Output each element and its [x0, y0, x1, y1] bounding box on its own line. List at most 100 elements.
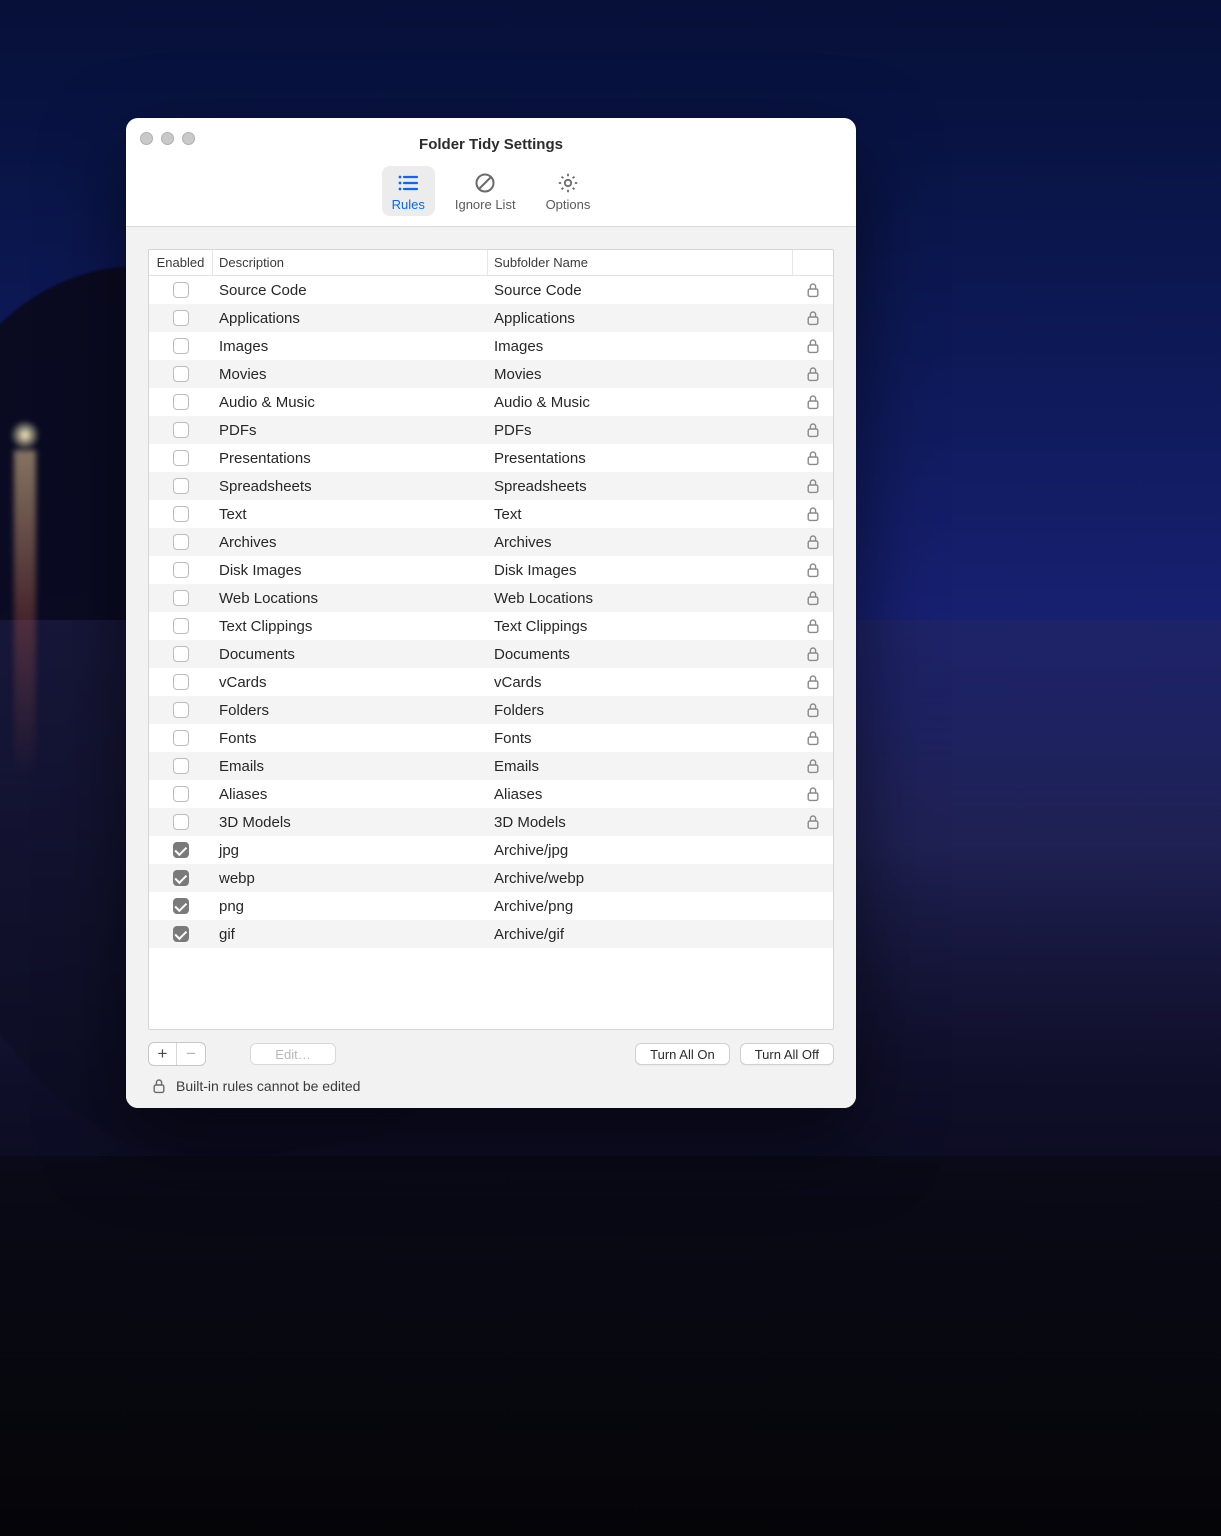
tab-rules[interactable]: Rules: [382, 166, 435, 216]
cell-lock: [793, 702, 833, 718]
cell-lock: [793, 506, 833, 522]
cell-description: Web Locations: [213, 590, 488, 607]
cell-lock: [793, 814, 833, 830]
enabled-checkbox[interactable]: [173, 870, 189, 886]
cell-subfolder: Archive/webp: [488, 870, 793, 887]
col-header-enabled[interactable]: Enabled: [149, 250, 213, 275]
cell-enabled: [149, 450, 213, 466]
footer-note: Built-in rules cannot be edited: [148, 1074, 834, 1108]
table-row[interactable]: Audio & MusicAudio & Music: [149, 388, 833, 416]
enabled-checkbox[interactable]: [173, 618, 189, 634]
table-actions: + − Edit… Turn All On Turn All Off: [148, 1030, 834, 1074]
table-row[interactable]: Text ClippingsText Clippings: [149, 612, 833, 640]
cell-lock: [793, 310, 833, 326]
add-rule-button[interactable]: +: [149, 1043, 177, 1065]
table-row[interactable]: PresentationsPresentations: [149, 444, 833, 472]
enabled-checkbox[interactable]: [173, 422, 189, 438]
col-header-description[interactable]: Description: [213, 250, 488, 275]
enabled-checkbox[interactable]: [173, 310, 189, 326]
enabled-checkbox[interactable]: [173, 450, 189, 466]
enabled-checkbox[interactable]: [173, 898, 189, 914]
enabled-checkbox[interactable]: [173, 562, 189, 578]
table-row[interactable]: AliasesAliases: [149, 780, 833, 808]
tab-options[interactable]: Options: [536, 166, 601, 216]
prohibit-icon: [473, 172, 497, 194]
turn-all-on-button[interactable]: Turn All On: [635, 1043, 730, 1065]
enabled-checkbox[interactable]: [173, 282, 189, 298]
cell-description: Fonts: [213, 730, 488, 747]
cell-enabled: [149, 758, 213, 774]
cell-description: png: [213, 898, 488, 915]
table-row[interactable]: Web LocationsWeb Locations: [149, 584, 833, 612]
close-button[interactable]: [140, 132, 153, 145]
enabled-checkbox[interactable]: [173, 338, 189, 354]
enabled-checkbox[interactable]: [173, 814, 189, 830]
minimize-button[interactable]: [161, 132, 174, 145]
cell-enabled: [149, 646, 213, 662]
table-row[interactable]: SpreadsheetsSpreadsheets: [149, 472, 833, 500]
enabled-checkbox[interactable]: [173, 478, 189, 494]
lock-icon: [806, 478, 820, 494]
table-row[interactable]: gifArchive/gif: [149, 920, 833, 948]
table-row[interactable]: Disk ImagesDisk Images: [149, 556, 833, 584]
cell-lock: [793, 338, 833, 354]
enabled-checkbox[interactable]: [173, 674, 189, 690]
tab-ignore-list[interactable]: Ignore List: [445, 166, 526, 216]
cell-enabled: [149, 590, 213, 606]
list-icon: [396, 172, 420, 194]
cell-subfolder: Source Code: [488, 282, 793, 299]
table-row[interactable]: ImagesImages: [149, 332, 833, 360]
turn-all-off-button[interactable]: Turn All Off: [740, 1043, 834, 1065]
cell-description: Images: [213, 338, 488, 355]
enabled-checkbox[interactable]: [173, 534, 189, 550]
lock-icon: [806, 618, 820, 634]
cell-enabled: [149, 786, 213, 802]
col-header-lock: [793, 250, 833, 275]
enabled-checkbox[interactable]: [173, 758, 189, 774]
enabled-checkbox[interactable]: [173, 366, 189, 382]
cell-lock: [793, 450, 833, 466]
table-row[interactable]: FoldersFolders: [149, 696, 833, 724]
cell-subfolder: Web Locations: [488, 590, 793, 607]
cell-subfolder: Archive/jpg: [488, 842, 793, 859]
lock-icon: [806, 730, 820, 746]
enabled-checkbox[interactable]: [173, 730, 189, 746]
table-row[interactable]: PDFsPDFs: [149, 416, 833, 444]
cell-description: Source Code: [213, 282, 488, 299]
table-row[interactable]: FontsFonts: [149, 724, 833, 752]
enabled-checkbox[interactable]: [173, 590, 189, 606]
table-row[interactable]: DocumentsDocuments: [149, 640, 833, 668]
col-header-subfolder[interactable]: Subfolder Name: [488, 250, 793, 275]
table-row[interactable]: 3D Models3D Models: [149, 808, 833, 836]
table-row[interactable]: TextText: [149, 500, 833, 528]
cell-subfolder: Audio & Music: [488, 394, 793, 411]
remove-rule-button[interactable]: −: [177, 1043, 205, 1065]
edit-rule-button[interactable]: Edit…: [250, 1043, 336, 1065]
table-row[interactable]: MoviesMovies: [149, 360, 833, 388]
table-row[interactable]: ArchivesArchives: [149, 528, 833, 556]
cell-lock: [793, 282, 833, 298]
enabled-checkbox[interactable]: [173, 394, 189, 410]
enabled-checkbox[interactable]: [173, 926, 189, 942]
table-row[interactable]: vCardsvCards: [149, 668, 833, 696]
window-controls: [140, 132, 195, 145]
cell-description: jpg: [213, 842, 488, 859]
lock-icon: [806, 366, 820, 382]
cell-lock: [793, 786, 833, 802]
table-row[interactable]: webpArchive/webp: [149, 864, 833, 892]
table-row[interactable]: ApplicationsApplications: [149, 304, 833, 332]
enabled-checkbox[interactable]: [173, 702, 189, 718]
table-row[interactable]: EmailsEmails: [149, 752, 833, 780]
cell-enabled: [149, 282, 213, 298]
enabled-checkbox[interactable]: [173, 786, 189, 802]
table-row[interactable]: pngArchive/png: [149, 892, 833, 920]
enabled-checkbox[interactable]: [173, 646, 189, 662]
footer-note-text: Built-in rules cannot be edited: [176, 1078, 360, 1094]
enabled-checkbox[interactable]: [173, 842, 189, 858]
cell-subfolder: Disk Images: [488, 562, 793, 579]
enabled-checkbox[interactable]: [173, 506, 189, 522]
table-row[interactable]: jpgArchive/jpg: [149, 836, 833, 864]
table-row[interactable]: Source CodeSource Code: [149, 276, 833, 304]
zoom-button[interactable]: [182, 132, 195, 145]
cell-subfolder: 3D Models: [488, 814, 793, 831]
